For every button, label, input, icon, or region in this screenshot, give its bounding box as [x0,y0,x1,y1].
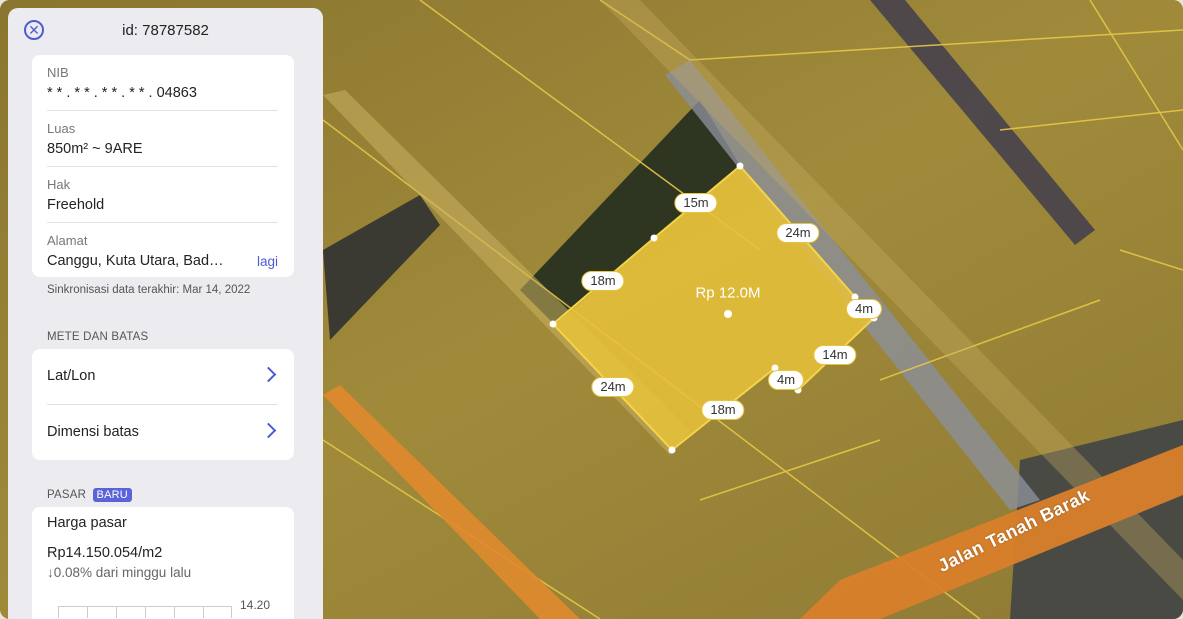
dimension-label: 4m [845,299,883,319]
dimensions-label: Dimensi batas [47,424,139,440]
area-row: Luas 850m² ~ 9ARE [47,121,278,157]
dimension-label: 24m [776,223,820,243]
nib-value: * * . * * . * * . * * . 04863 [47,85,197,101]
panel-header: ✕ id: 78787582 [8,8,323,54]
chart-tick [203,606,204,618]
rights-row: Hak Freehold [47,177,278,213]
address-label: Alamat [47,233,88,248]
app-window: Rp 12.0M 15m 24m 18m 4m 14m 4m 18m 24m J… [0,0,1183,619]
nib-row: NIB * * . * * . * * . * * . 04863 [47,65,278,101]
parcel-info-card: NIB * * . * * . * * . * * . 04863 Luas 8… [32,55,294,277]
market-change: ↓0.08% dari minggu lalu [47,565,192,580]
latlon-row[interactable]: Lat/Lon [47,349,278,404]
market-section-label: PASAR BARU [47,488,132,502]
address-value: Canggu, Kuta Utara, Badung [47,253,229,269]
divider [47,110,278,111]
chart-tick [174,606,175,618]
address-more-link[interactable]: lagi [257,254,278,269]
dimension-label: 18m [581,271,625,291]
chart-tick [231,606,232,618]
dimension-label: 18m [701,400,745,420]
latlon-label: Lat/Lon [47,368,96,384]
chevron-right-icon [260,366,277,383]
parcel-price-label: Rp 12.0M [695,284,761,302]
rights-value: Freehold [47,197,105,213]
area-label: Luas [47,121,76,136]
chart-tick [145,606,146,618]
area-value: 850m² ~ 9ARE [47,141,143,157]
chart-tick [87,606,88,618]
dimension-label: 24m [591,377,635,397]
dimensions-row[interactable]: Dimensi batas [47,405,278,460]
chart-axis-value: 14.20 [240,598,271,612]
divider [47,166,278,167]
dimension-label: 14m [813,345,857,365]
bounds-section-label: METE DAN BATAS [47,331,149,343]
market-card: Harga pasar Rp14.150.054/m2 ↓0.08% dari … [32,507,294,619]
address-row: Alamat Canggu, Kuta Utara, Badung lagi [47,233,278,269]
chart-tick [58,606,59,618]
chart-tick [116,606,117,618]
market-title: Harga pasar [47,515,127,531]
nib-label: NIB [47,65,69,80]
parcel-info-panel: ✕ id: 78787582 NIB * * . * * . * * . * *… [8,8,323,619]
sync-status: Sinkronisasi data terakhir: Mar 14, 2022 [47,284,251,296]
bounds-card: Lat/Lon Dimensi batas [32,349,294,460]
rights-label: Hak [47,177,71,192]
market-label: PASAR [47,489,87,501]
divider [47,222,278,223]
dimension-label: 15m [674,193,718,213]
panel-title: id: 78787582 [122,22,209,39]
market-price: Rp14.150.054/m2 [47,545,163,561]
chevron-right-icon [260,422,277,439]
new-badge: BARU [92,488,132,502]
dimension-label: 4m [767,370,805,390]
